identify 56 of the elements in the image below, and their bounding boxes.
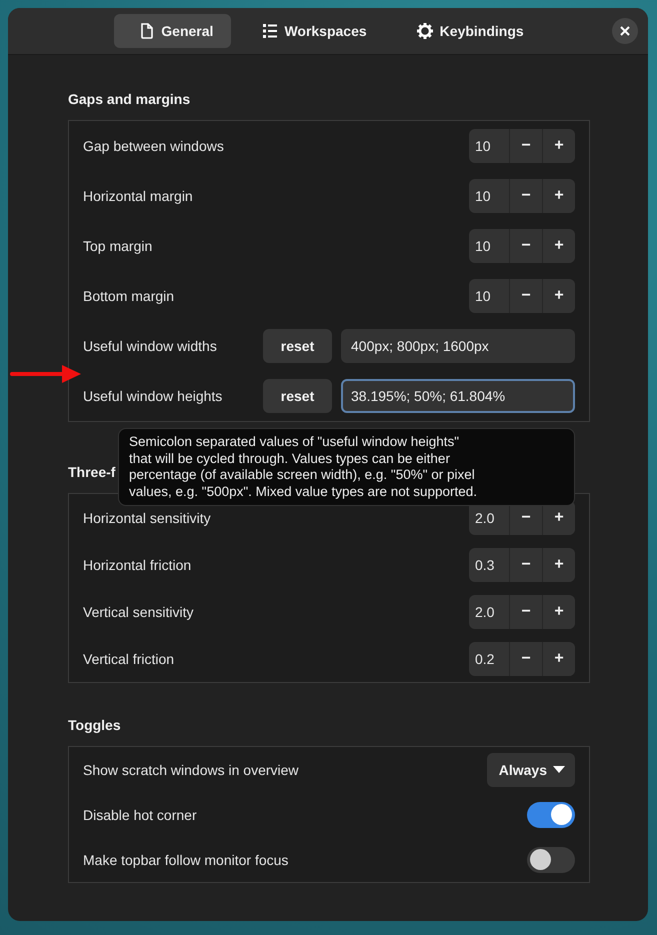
gear-icon xyxy=(416,23,433,39)
spin-button[interactable]: 2.0 − + xyxy=(469,594,575,628)
spin-value: 10 xyxy=(474,187,492,206)
setting-label: Useful window widths xyxy=(83,338,218,354)
setting-label: Gap between windows xyxy=(83,138,225,154)
section-title: Toggles xyxy=(68,717,121,735)
toggle-switch[interactable] xyxy=(527,802,575,828)
increment-button[interactable]: + xyxy=(542,229,575,263)
section-title: Gaps and margins xyxy=(68,91,190,109)
setting-label: Vertical friction xyxy=(83,650,176,666)
spin-value: 10 xyxy=(474,137,492,156)
setting-label: Bottom margin xyxy=(83,288,176,304)
increment-button[interactable]: + xyxy=(542,642,575,676)
setting-label: Top margin xyxy=(83,238,154,254)
spin-button[interactable]: 10 − + xyxy=(469,229,575,263)
setting-label: Vertical sensitivity xyxy=(83,604,194,620)
spin-value: 2.0 xyxy=(474,508,496,528)
setting-label: Show scratch windows in overview xyxy=(83,762,300,778)
tab[interactable]: General xyxy=(114,14,232,48)
spin-button[interactable]: 10 − + xyxy=(469,179,575,213)
reset-button[interactable]: reset xyxy=(263,379,332,413)
increment-button[interactable]: + xyxy=(542,548,575,582)
document-icon xyxy=(140,23,154,39)
tab[interactable]: Keybindings xyxy=(390,14,542,48)
spin-value: 10 xyxy=(474,287,492,306)
close-button[interactable] xyxy=(612,18,638,44)
spin-button[interactable]: 0.3 − + xyxy=(469,548,575,582)
caret-icon xyxy=(553,766,565,773)
setting-label: Useful window heights xyxy=(83,388,224,404)
setting-label: Disable hot corner xyxy=(83,806,198,822)
dropdown-button[interactable]: Always xyxy=(486,752,575,786)
setting-label: Horizontal friction xyxy=(83,556,192,572)
spin-button[interactable]: 10 − + xyxy=(469,279,575,313)
setting-label: Make topbar follow monitor focus xyxy=(83,852,290,868)
reset-button[interactable]: reset xyxy=(263,329,332,363)
spin-value: 0.2 xyxy=(474,650,496,668)
close-icon xyxy=(620,26,630,36)
toggle-switch[interactable] xyxy=(527,846,575,872)
setting-label: Horizontal sensitivity xyxy=(83,510,212,526)
spin-value: 2.0 xyxy=(474,602,496,622)
section-title: Three-f xyxy=(68,464,116,482)
spin-button[interactable]: 10 − + xyxy=(469,129,575,163)
spin-button[interactable]: 0.2 − + xyxy=(469,642,575,676)
arrow-icon xyxy=(10,364,82,384)
input-field[interactable]: 38.195%; 50%; 61.804% xyxy=(341,379,575,413)
spin-value: 0.3 xyxy=(474,556,496,574)
tab[interactable]: Workspaces xyxy=(237,14,385,48)
increment-button[interactable]: + xyxy=(542,129,575,163)
tooltip: Semicolon separated values of "useful window heights" that will be cycled through. Values types can be either percentage (of available screen width), e.g. "50%" or pixel values, e.g. "500px". Mixed value types are not supported. xyxy=(118,428,575,506)
list-icon xyxy=(263,24,278,38)
spin-value: 10 xyxy=(474,237,492,256)
increment-button[interactable]: + xyxy=(542,179,575,213)
increment-button[interactable]: + xyxy=(542,594,575,628)
setting-label: Horizontal margin xyxy=(83,188,194,204)
input-field[interactable]: 400px; 800px; 1600px xyxy=(341,329,575,363)
increment-button[interactable]: + xyxy=(542,279,575,313)
